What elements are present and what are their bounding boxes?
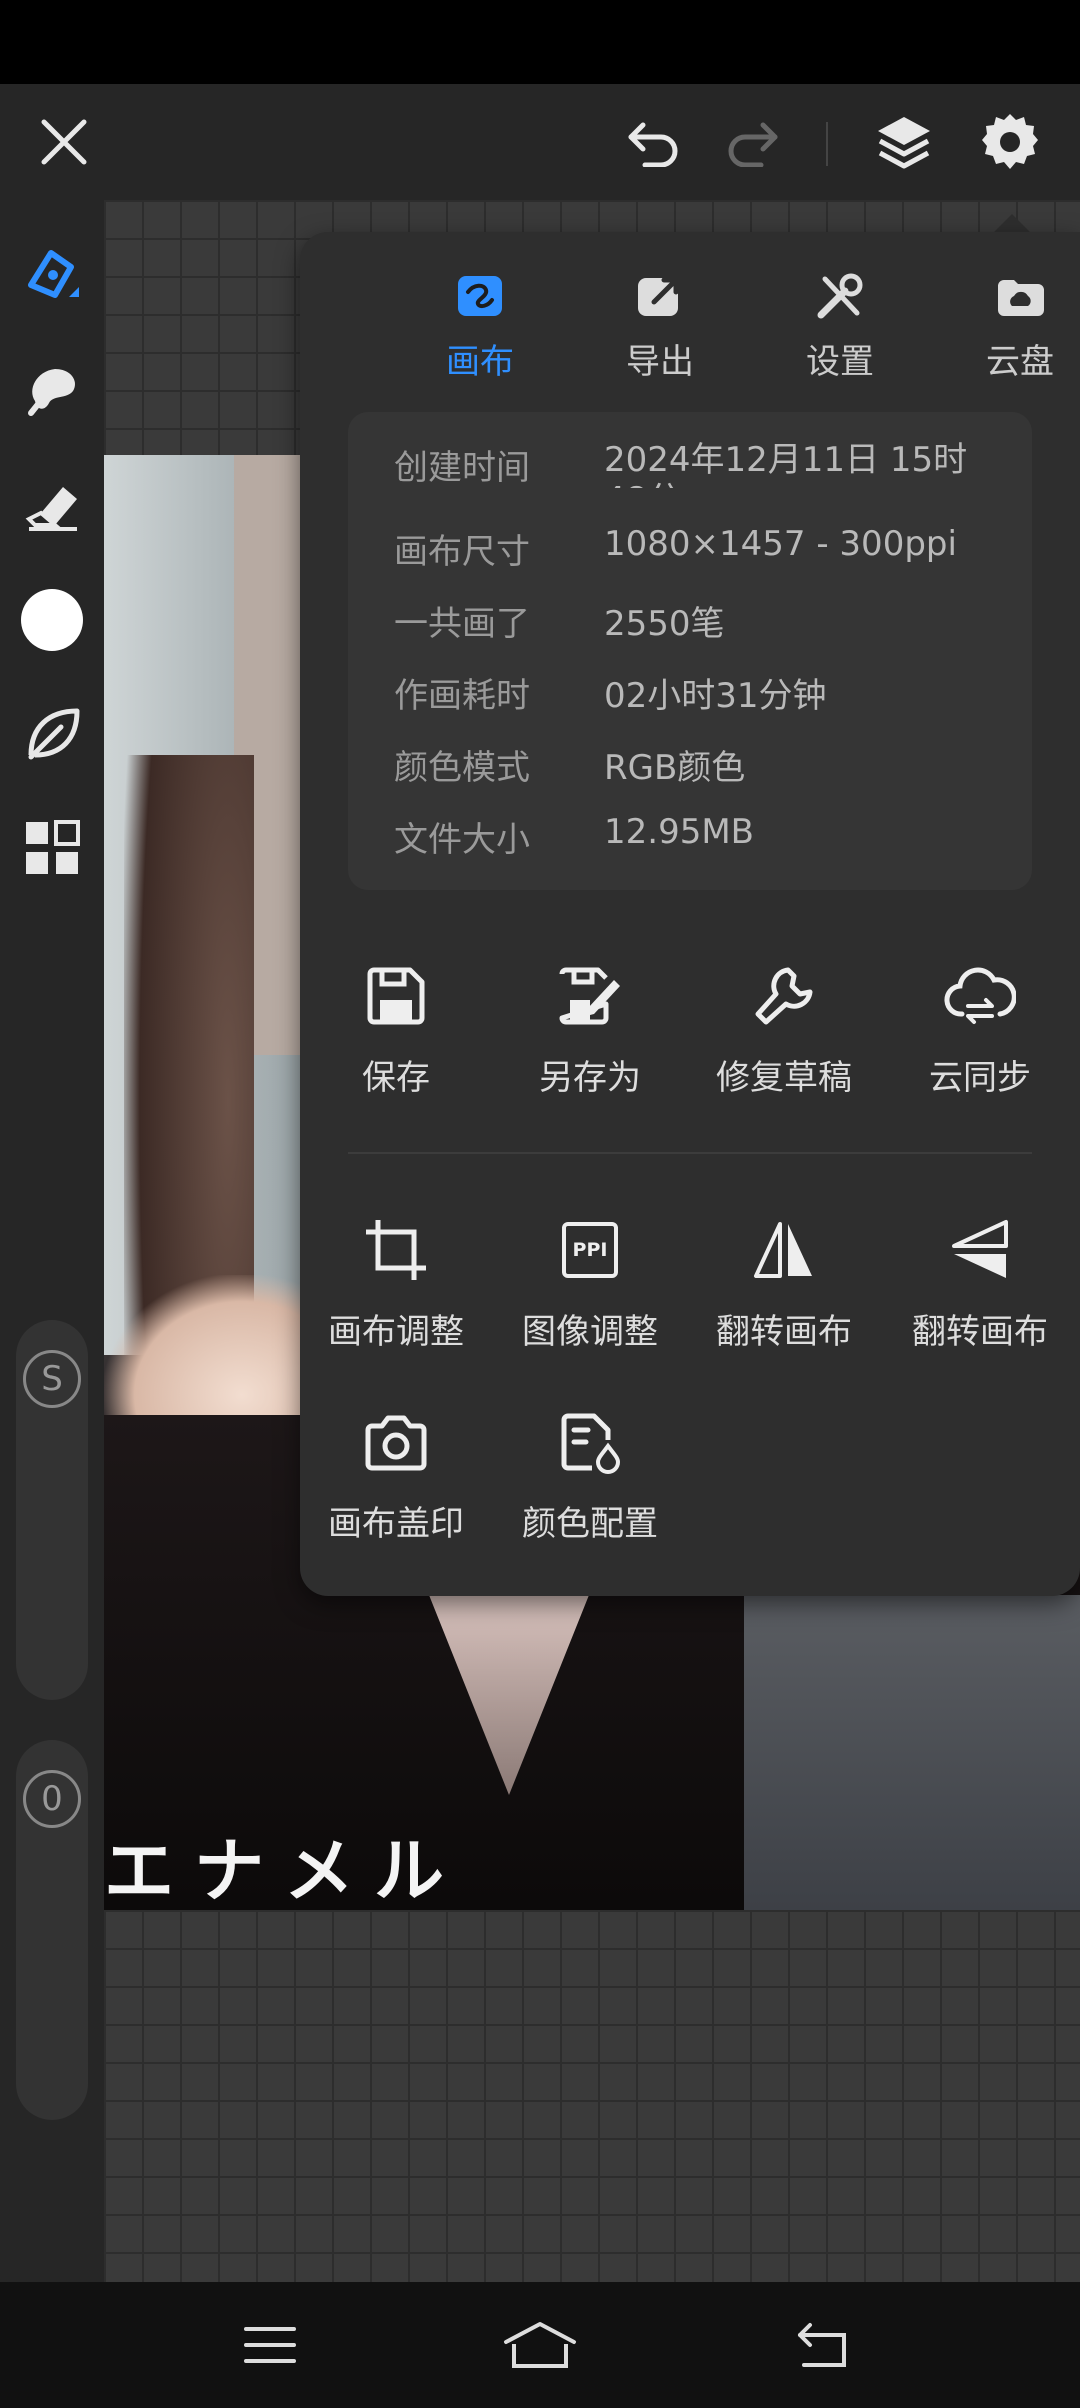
repair-draft-label: 修复草稿	[716, 1058, 852, 1098]
canvas-stamp-button[interactable]: 画布盖印	[306, 1402, 486, 1545]
artwork-caption: エナメル	[104, 1830, 464, 1910]
info-value: RGB颜色	[604, 748, 746, 788]
save-as-label: 另存为	[539, 1058, 641, 1098]
flip-vertical-button[interactable]: 翻转画布	[890, 1210, 1070, 1353]
crop-icon	[356, 1210, 436, 1290]
tab-settings-label: 设置	[806, 342, 874, 382]
info-value: 02小时31分钟	[604, 676, 827, 716]
flip-horizontal-button[interactable]: 翻转画布	[694, 1210, 874, 1353]
tab-cloud-drive-label: 云盘	[986, 342, 1054, 382]
cloud-sync-icon	[940, 956, 1020, 1036]
leaf-icon[interactable]	[12, 694, 92, 774]
opacity-slider-knob[interactable]: 0	[23, 1770, 81, 1828]
redo-icon[interactable]	[716, 106, 788, 178]
layers-icon[interactable]	[866, 104, 942, 180]
system-navigation-bar	[0, 2282, 1080, 2408]
color-swatch[interactable]	[12, 580, 92, 660]
opacity-slider[interactable]: 0	[16, 1740, 88, 2120]
smudge-icon[interactable]	[12, 350, 92, 430]
flip-vertical-icon	[940, 1210, 1020, 1290]
top-toolbar	[0, 84, 1080, 200]
flip-vertical-label: 翻转画布	[912, 1312, 1048, 1352]
left-toolbar: S 0	[0, 200, 104, 2282]
image-adjust-button[interactable]: PPI 图像调整	[500, 1210, 680, 1353]
size-slider-knob[interactable]: S	[23, 1350, 81, 1408]
save-button[interactable]: 保存	[306, 956, 486, 1099]
ppi-badge: PPI	[562, 1222, 618, 1278]
tools-icon	[812, 268, 868, 324]
save-icon	[356, 956, 436, 1036]
pen-icon[interactable]	[12, 236, 92, 316]
flip-horizontal-icon	[744, 1210, 824, 1290]
color-profile-label: 颜色配置	[522, 1504, 658, 1544]
info-key: 一共画了	[394, 604, 530, 644]
tab-export[interactable]: 导出	[580, 268, 740, 383]
info-key: 作画耗时	[394, 676, 530, 716]
canvas-adjust-label: 画布调整	[328, 1312, 464, 1352]
save-as-icon	[550, 956, 630, 1036]
color-profile-icon	[550, 1402, 630, 1482]
tab-canvas[interactable]: 画布	[400, 268, 560, 383]
info-key: 颜色模式	[394, 748, 530, 788]
info-key: 画布尺寸	[394, 532, 530, 572]
image-adjust-label: 图像调整	[522, 1312, 658, 1352]
home-icon[interactable]	[498, 2310, 582, 2380]
menu-icon[interactable]	[228, 2310, 312, 2380]
info-value: 2024年12月11日 15时48分	[604, 440, 968, 488]
tab-export-label: 导出	[626, 342, 694, 382]
save-label: 保存	[362, 1058, 430, 1098]
back-icon[interactable]	[780, 2310, 864, 2380]
tab-cloud-drive[interactable]: 云盘	[940, 268, 1080, 383]
info-value: 1080×1457 - 300ppi	[604, 524, 957, 564]
gear-icon[interactable]	[972, 104, 1048, 180]
cloud-sync-label: 云同步	[929, 1058, 1031, 1098]
undo-icon[interactable]	[618, 106, 690, 178]
info-value: 12.95MB	[604, 812, 754, 852]
cloud-drive-icon	[992, 268, 1048, 324]
camera-stamp-icon	[356, 1402, 436, 1482]
wrench-icon	[744, 956, 824, 1036]
canvas-adjust-button[interactable]: 画布调整	[306, 1210, 486, 1353]
brush-size-slider[interactable]: S	[16, 1320, 88, 1700]
color-profile-button[interactable]: 颜色配置	[500, 1402, 680, 1545]
info-value: 2550笔	[604, 604, 725, 644]
cloud-sync-button[interactable]: 云同步	[890, 956, 1070, 1099]
toolbar-divider	[826, 122, 828, 166]
canvas-icon	[452, 268, 508, 324]
canvas-settings-panel: 画布 导出 设置 云盘 创建时间 2024年12月11日 15时48分 画布尺寸…	[300, 232, 1080, 1596]
close-icon[interactable]	[28, 106, 100, 178]
eraser-icon[interactable]	[12, 464, 92, 544]
grid-icon[interactable]	[12, 808, 92, 888]
ppi-icon: PPI	[550, 1210, 630, 1290]
repair-draft-button[interactable]: 修复草稿	[694, 956, 874, 1099]
canvas-stamp-label: 画布盖印	[328, 1504, 464, 1544]
info-key: 文件大小	[394, 820, 530, 860]
status-bar	[0, 0, 1080, 84]
save-as-button[interactable]: 另存为	[500, 956, 680, 1099]
section-divider	[348, 1152, 1032, 1154]
tab-settings[interactable]: 设置	[760, 268, 920, 383]
canvas-info-card: 创建时间 2024年12月11日 15时48分 画布尺寸 1080×1457 -…	[348, 412, 1032, 890]
export-icon	[632, 268, 688, 324]
tab-canvas-label: 画布	[446, 342, 514, 382]
flip-horizontal-label: 翻转画布	[716, 1312, 852, 1352]
info-key: 创建时间	[394, 448, 530, 488]
